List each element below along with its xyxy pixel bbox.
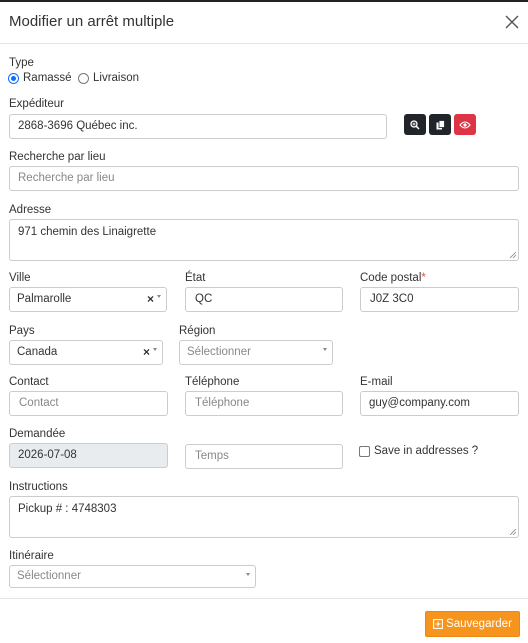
resize-grip-icon[interactable] [510, 529, 516, 535]
etat-label: État [185, 272, 206, 284]
save-button[interactable]: Sauvegarder [425, 611, 520, 637]
required-marker: * [421, 272, 426, 284]
ville-label: Ville [9, 272, 31, 284]
demandee-label: Demandée [9, 428, 66, 440]
email-label: E-mail [360, 376, 393, 388]
chevron-down-icon [323, 348, 327, 351]
search-expediteur-button[interactable] [404, 114, 426, 135]
region-placeholder: Sélectionner [187, 346, 251, 358]
radio-livraison[interactable] [78, 73, 89, 84]
expediteur-input[interactable]: 2868-3696 Québec inc. [9, 114, 387, 139]
contact-input[interactable]: Contact [9, 391, 168, 416]
demandee-input: 2026-07-08 [9, 443, 168, 468]
pays-select[interactable]: Canada × [9, 340, 163, 365]
ville-select[interactable]: Palmarolle × [9, 287, 167, 312]
ville-value: Palmarolle [17, 293, 72, 305]
chevron-down-icon [246, 573, 250, 576]
code-postal-label: Code postal* [360, 272, 426, 284]
modal-title: Modifier un arrêt multiple [9, 13, 175, 30]
recherche-input[interactable]: Recherche par lieu [9, 166, 519, 191]
save-square-icon [433, 619, 444, 629]
code-postal-input[interactable]: J0Z 3C0 [360, 287, 519, 312]
adresse-label: Adresse [9, 204, 52, 216]
chevron-down-icon [157, 295, 161, 298]
region-select[interactable]: Sélectionner [179, 340, 333, 365]
modal-header: Modifier un arrêt multiple [0, 2, 528, 44]
view-expediteur-button[interactable] [454, 114, 476, 135]
email-input[interactable]: guy@company.com [360, 391, 519, 416]
type-label: Type [9, 57, 34, 69]
radio-ramasse-label: Ramassé [23, 72, 72, 84]
adresse-textarea[interactable]: 971 chemin des Linaigrette [9, 219, 519, 261]
adresse-value: 971 chemin des Linaigrette [18, 226, 157, 238]
itineraire-label: Itinéraire [9, 550, 54, 562]
zoom-search-icon [410, 119, 420, 130]
copy-icon [436, 119, 445, 129]
telephone-label: Téléphone [185, 376, 240, 388]
pays-value: Canada [17, 346, 58, 358]
close-icon[interactable] [504, 14, 520, 30]
radio-livraison-label: Livraison [93, 72, 140, 84]
copy-expediteur-button[interactable] [429, 114, 451, 135]
clear-ville-icon[interactable]: × [147, 292, 154, 306]
region-label: Région [179, 325, 216, 337]
contact-label: Contact [9, 376, 49, 388]
resize-grip-icon[interactable] [510, 252, 516, 258]
clear-pays-icon[interactable]: × [143, 345, 150, 359]
chevron-down-icon [153, 348, 157, 351]
instructions-textarea[interactable]: Pickup # : 4748303 [9, 496, 519, 538]
itineraire-select[interactable]: Sélectionner [9, 565, 256, 588]
itineraire-placeholder: Sélectionner [17, 570, 81, 582]
save-address-checkbox[interactable] [359, 446, 370, 457]
instructions-value: Pickup # : 4748303 [18, 503, 117, 515]
radio-ramasse[interactable] [8, 73, 19, 84]
eye-icon [459, 120, 471, 129]
instructions-label: Instructions [9, 481, 68, 493]
telephone-input[interactable]: Téléphone [185, 391, 343, 416]
etat-input[interactable]: QC [185, 287, 343, 312]
save-address-label: Save in addresses ? [374, 445, 479, 457]
expediteur-label: Expéditeur [9, 98, 64, 110]
pays-label: Pays [9, 325, 35, 337]
recherche-label: Recherche par lieu [9, 151, 106, 163]
save-button-label: Sauvegarder [446, 618, 512, 630]
temps-input[interactable]: Temps [185, 444, 343, 469]
